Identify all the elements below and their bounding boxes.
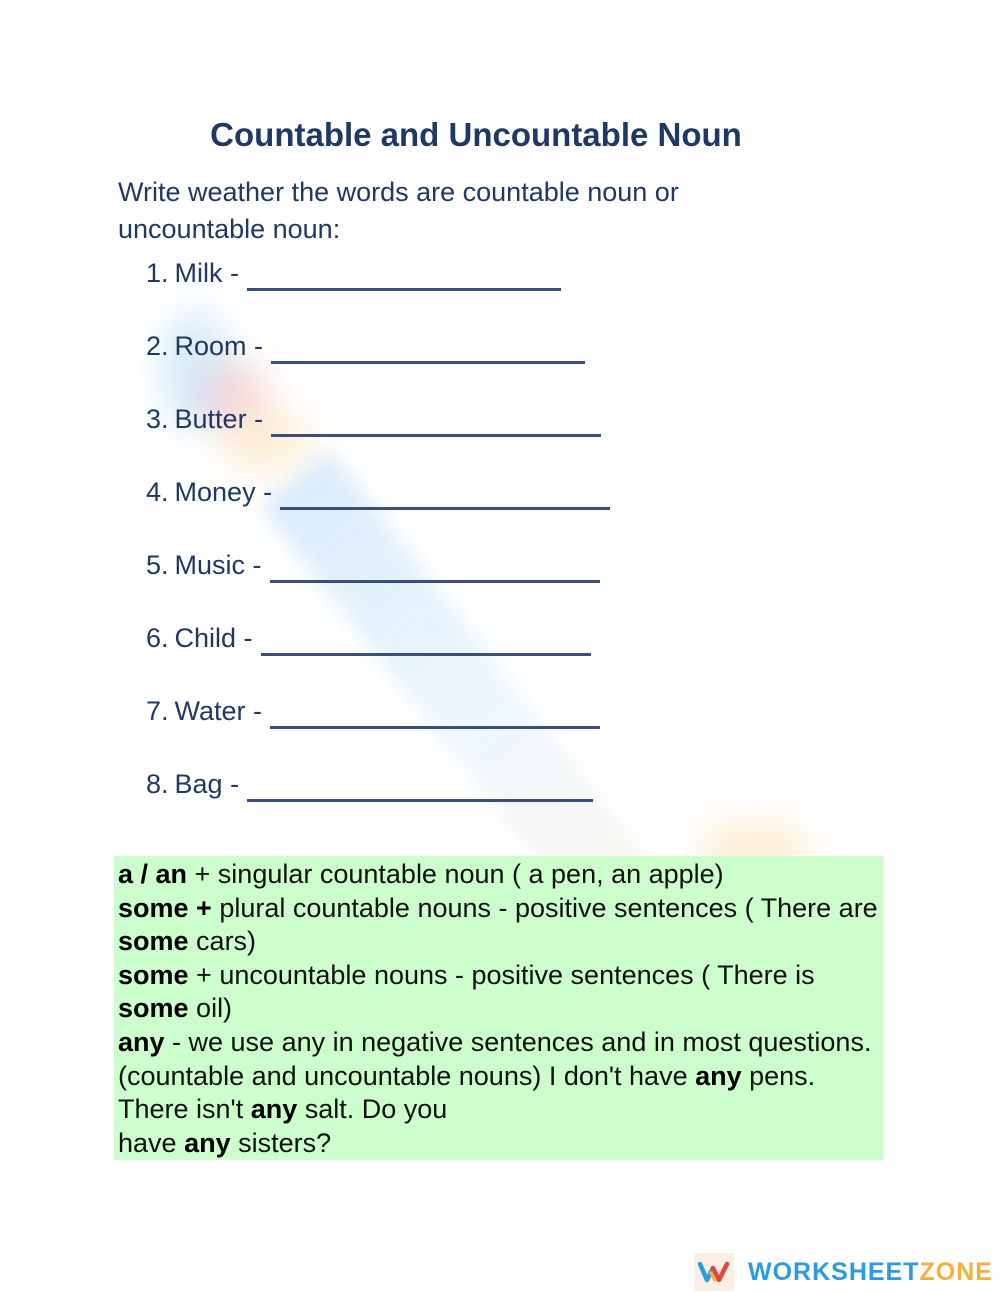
logo-text-worksheet: WORKSHEET [748,1257,920,1286]
question-item: 5. Music - [146,550,610,623]
answer-field[interactable] [260,627,591,656]
answer-field[interactable] [247,773,594,802]
question-word: Bag - [174,769,240,799]
rule-a-an: a / an + singular countable noun ( a pen… [118,858,879,892]
question-item: 1. Milk - [146,258,610,331]
rule-keyword: some [118,959,189,990]
rule-keyword: any [250,1094,298,1125]
question-item: 7. Water - [146,696,610,769]
rule-keyword: any [184,1127,231,1158]
rule-text: + uncountable nouns - positive sentences… [188,959,815,990]
question-word: Money - [174,477,273,507]
question-list: 1. Milk - 2. Room - 3. Butter - 4. Money… [146,258,611,842]
rule-text: cars) [188,926,257,957]
question-number: 1. [146,258,169,288]
rule-some-uncountable: some + uncountable nouns - positive sent… [118,959,879,1026]
rule-keyword: some + [118,892,212,923]
question-number: 5. [146,550,169,580]
answer-field[interactable] [270,700,601,729]
answer-field[interactable] [247,262,562,291]
rule-keyword: some [118,926,189,957]
question-number: 8. [146,769,169,799]
grammar-rules-box: a / an + singular countable noun ( a pen… [114,856,883,1160]
logo-w-icon [694,1253,734,1291]
w-mark-icon [698,1261,730,1283]
rule-text: + singular countable noun ( a pen, an ap… [187,859,724,889]
instructions: Write weather the words are countable no… [118,177,679,244]
question-item: 6. Child - [146,623,610,696]
rule-text: salt. Do you [297,1094,448,1125]
answer-field[interactable] [269,554,600,583]
question-word: Child - [174,623,253,653]
question-number: 7. [146,696,169,726]
question-word: Butter - [174,404,264,434]
question-item: 8. Bag - [146,769,610,842]
answer-field[interactable] [280,481,611,510]
rule-text: plural countable nouns - positive senten… [211,892,878,923]
rule-text: oil) [188,993,233,1024]
rule-any: any - we use any in negative sentences a… [118,1026,879,1160]
question-word: Milk - [174,258,240,288]
rule-text: have [118,1127,185,1158]
question-word: Music - [174,550,262,580]
question-number: 2. [146,331,169,361]
worksheet-title: Countable and Uncountable Noun [210,116,742,153]
logo-text: WORKSHEETZONE [748,1258,993,1287]
question-item: 2. Room - [146,331,610,404]
question-word: Room - [174,331,264,361]
rule-text: sisters? [230,1127,332,1158]
answer-field[interactable] [271,335,586,364]
logo-text-zone: ZONE [919,1257,993,1286]
question-number: 3. [146,404,169,434]
rule-keyword: some [118,993,189,1024]
question-number: 6. [146,623,169,653]
question-item: 4. Money - [146,477,611,550]
question-number: 4. [146,477,169,507]
answer-field[interactable] [271,408,602,437]
rule-keyword: any [118,1026,165,1057]
rule-keyword: any [695,1060,742,1091]
rule-some-countable: some + plural countable nouns - positive… [118,892,879,959]
question-item: 3. Butter - [146,404,610,477]
worksheetzone-logo[interactable]: WORKSHEETZONE [694,1252,993,1292]
rule-keyword: a / an [118,859,188,889]
question-word: Water - [174,696,263,726]
